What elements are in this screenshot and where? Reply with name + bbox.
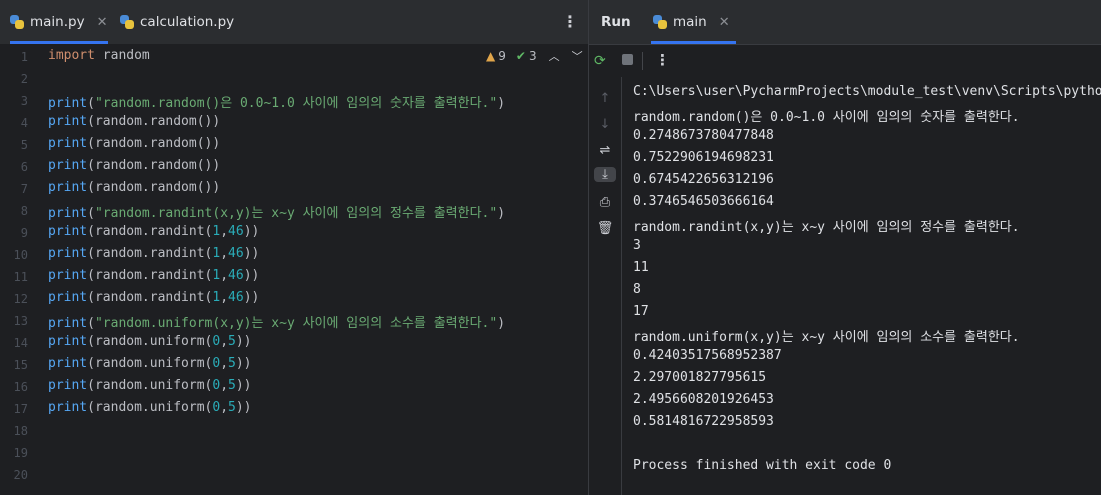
line-number: 4 [20, 116, 28, 130]
console-line: 0.2748673780477848 [633, 128, 774, 143]
chevron-up-icon[interactable]: ︿ [549, 48, 560, 64]
python-file-icon [120, 15, 134, 29]
code-line: print("random.random()은 0.0~1.0 사이에 임의의 … [48, 96, 506, 111]
code-line: print(random.uniform(0,5)) [48, 334, 252, 349]
arrow-up-icon[interactable]: ↑ [589, 91, 621, 106]
line-number-gutter: 1 2 3 4 5 6 7 8 9 10 11 12 13 14 15 16 1… [0, 45, 44, 495]
tab-main-py[interactable]: main.py ✕ [10, 0, 108, 44]
tab-label: calculation.py [140, 14, 235, 30]
rerun-icon[interactable]: ⟳ [594, 53, 606, 69]
code-line: print(random.randint(1,46)) [48, 246, 260, 261]
code-line: print("random.uniform(x,y)는 x~y 사이에 임의의 … [48, 316, 506, 331]
console-line: 11 [633, 260, 649, 275]
scroll-to-end-icon[interactable]: ⤓ [594, 167, 616, 182]
code-line: print(random.random()) [48, 158, 221, 173]
line-number: 20 [13, 468, 28, 482]
line-number: 3 [20, 94, 28, 108]
line-number: 10 [13, 248, 28, 262]
line-number: 18 [13, 424, 28, 438]
tab-label: main.py [30, 14, 85, 30]
code-line: print(random.random()) [48, 136, 221, 151]
line-number: 5 [20, 138, 28, 152]
code-line: print(random.random()) [48, 114, 221, 129]
run-toolbar: ⟳ ⋮ [589, 45, 1101, 77]
soft-wrap-icon[interactable]: ⇌ [589, 143, 621, 158]
line-number: 17 [13, 402, 28, 416]
more-options-icon[interactable]: ⋮ [562, 12, 578, 31]
code-line: print(random.randint(1,46)) [48, 268, 260, 283]
run-tool-window: Run main ✕ ⟳ ⋮ ↑ ↓ ⇌ ⤓ ⎙ 🗑 C:\Users\user… [589, 0, 1101, 495]
editor-tab-bar: main.py ✕ calculation.py ⋮ [0, 0, 588, 45]
line-number: 14 [13, 336, 28, 350]
ok-count: 3 [528, 49, 537, 63]
close-tab-icon[interactable]: ✕ [97, 15, 108, 30]
more-options-icon[interactable]: ⋮ [655, 51, 670, 69]
run-side-toolbar: ↑ ↓ ⇌ ⤓ ⎙ 🗑 [589, 77, 622, 495]
console-line: 3 [633, 238, 641, 253]
console-line: 0.5814816722958593 [633, 414, 774, 429]
line-number: 11 [13, 270, 28, 284]
inspection-widget[interactable]: ▲ 9 ✔ 3 ︿ ﹀ [486, 48, 583, 64]
python-file-icon [10, 15, 24, 29]
close-tab-icon[interactable]: ✕ [719, 15, 730, 30]
console-line: random.random()은 0.0~1.0 사이에 임의의 숫자를 출력한… [633, 110, 1020, 125]
code-line: print(random.uniform(0,5)) [48, 356, 252, 371]
console-line: C:\Users\user\PycharmProjects\module_tes… [633, 84, 1101, 99]
console-line: Process finished with exit code 0 [633, 458, 892, 473]
line-number: 8 [20, 204, 28, 218]
run-tab-label: main [673, 14, 707, 30]
line-number: 13 [13, 314, 28, 328]
console-line: 17 [633, 304, 649, 319]
arrow-down-icon[interactable]: ↓ [589, 117, 621, 132]
chevron-down-icon[interactable]: ﹀ [572, 48, 583, 64]
console-line: random.uniform(x,y)는 x~y 사이에 임의의 소수를 출력한… [633, 330, 1020, 345]
console-line: 0.6745422656312196 [633, 172, 774, 187]
trash-icon[interactable]: 🗑 [589, 221, 621, 236]
run-tab-main[interactable]: main ✕ [651, 0, 736, 44]
tab-calculation-py[interactable]: calculation.py [120, 0, 234, 44]
code-line: print(random.randint(1,46)) [48, 290, 260, 305]
code-line: print("random.randint(x,y)는 x~y 사이에 임의의 … [48, 206, 506, 221]
console-line: 0.42403517568952387 [633, 348, 782, 363]
line-number: 19 [13, 446, 28, 460]
line-number: 2 [20, 72, 28, 86]
line-number: 7 [20, 182, 28, 196]
code-line: print(random.random()) [48, 180, 221, 195]
toolbar-separator [642, 52, 643, 70]
code-line: print(random.uniform(0,5)) [48, 378, 252, 393]
console-line: 2.297001827795615 [633, 370, 767, 385]
code-line: print(random.uniform(0,5)) [48, 400, 252, 415]
line-number: 9 [20, 226, 28, 240]
run-header: Run main ✕ [589, 0, 1101, 45]
console-line: 0.3746546503666164 [633, 194, 774, 209]
code-line: print(random.randint(1,46)) [48, 224, 260, 239]
editor-pane: main.py ✕ calculation.py ⋮ ▲ 9 ✔ 3 ︿ ﹀ 1… [0, 0, 588, 495]
line-number: 16 [13, 380, 28, 394]
warning-count: 9 [498, 49, 506, 63]
warning-icon: ▲ [486, 49, 496, 63]
line-number: 1 [20, 50, 28, 64]
code-line: import random [48, 48, 150, 63]
line-number: 15 [13, 358, 28, 372]
console-line: 8 [633, 282, 641, 297]
stop-icon[interactable] [622, 54, 633, 65]
check-icon: ✔ [515, 49, 526, 63]
console-line: 0.7522906194698231 [633, 150, 774, 165]
python-file-icon [653, 15, 667, 29]
line-number: 6 [20, 160, 28, 174]
line-number: 12 [13, 292, 28, 306]
console-line: 2.4956608201926453 [633, 392, 774, 407]
run-title: Run [601, 14, 631, 30]
console-line: random.randint(x,y)는 x~y 사이에 임의의 정수를 출력한… [633, 220, 1020, 235]
print-icon[interactable]: ⎙ [589, 195, 621, 210]
